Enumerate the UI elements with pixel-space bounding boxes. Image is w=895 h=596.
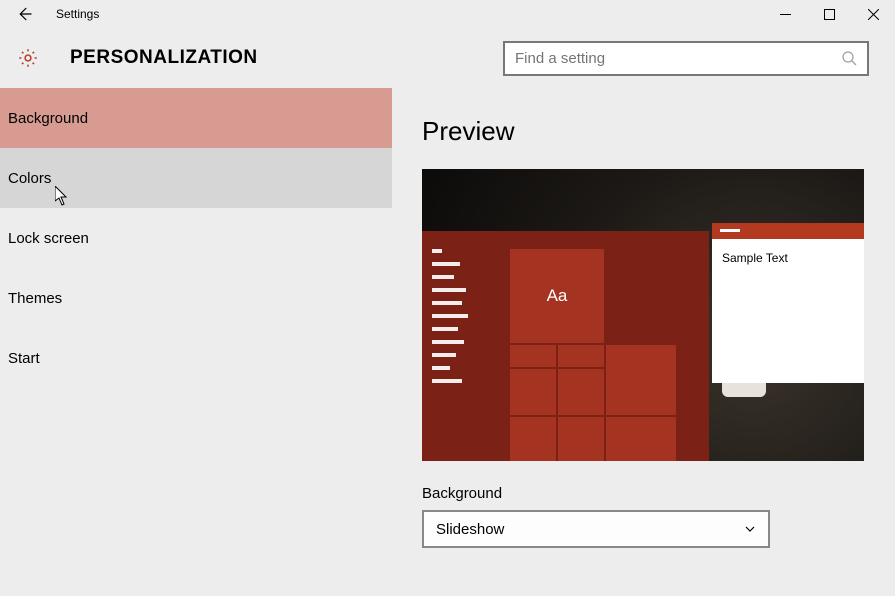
preview-start-list: [432, 249, 480, 392]
background-field-label: Background: [422, 485, 867, 502]
preview-start-menu: Aa: [422, 231, 709, 461]
body: Background Colors Lock screen Themes Sta…: [0, 88, 895, 596]
header: PERSONALIZATION: [0, 28, 895, 88]
sidebar-item-colors[interactable]: Colors: [0, 148, 392, 208]
page-title: PERSONALIZATION: [70, 47, 258, 69]
sidebar-item-background[interactable]: Background: [0, 88, 392, 148]
minimize-button[interactable]: [763, 0, 807, 28]
preview-heading: Preview: [422, 116, 867, 147]
search-input[interactable]: [515, 50, 841, 67]
preview-window-text: Sample Text: [712, 239, 864, 277]
sidebar-item-label: Colors: [8, 170, 51, 187]
close-button[interactable]: [851, 0, 895, 28]
close-icon: [868, 9, 879, 20]
sidebar-item-label: Background: [8, 110, 88, 127]
search-icon: [841, 50, 857, 66]
sidebar-item-label: Start: [8, 350, 40, 367]
tile-text: Aa: [547, 286, 568, 306]
chevron-down-icon: [744, 523, 756, 535]
background-dropdown-value: Slideshow: [436, 521, 504, 538]
minimize-icon: [780, 9, 791, 20]
sidebar: Background Colors Lock screen Themes Sta…: [0, 88, 392, 596]
preview-tile: [606, 345, 676, 415]
preview-window-titlebar: [712, 223, 864, 239]
maximize-icon: [824, 9, 835, 20]
window-controls: [763, 0, 895, 28]
back-arrow-icon: [15, 5, 33, 23]
sidebar-item-lock-screen[interactable]: Lock screen: [0, 208, 392, 268]
content: Preview Aa: [392, 88, 895, 596]
preview-tile: [510, 345, 556, 367]
preview-tile: [558, 345, 604, 367]
titlebar: Settings: [0, 0, 895, 28]
back-button[interactable]: [0, 0, 48, 28]
sidebar-item-start[interactable]: Start: [0, 328, 392, 388]
settings-icon-wrap: [8, 47, 48, 69]
window-title: Settings: [56, 7, 99, 21]
sidebar-item-label: Lock screen: [8, 230, 89, 247]
preview-tile: [510, 369, 556, 415]
maximize-button[interactable]: [807, 0, 851, 28]
preview-tile: [558, 417, 604, 461]
sidebar-item-themes[interactable]: Themes: [0, 268, 392, 328]
preview-tile: [558, 369, 604, 415]
background-dropdown[interactable]: Slideshow: [422, 510, 770, 548]
preview-tile: [510, 417, 556, 461]
preview-thumbnail: Aa Sample Text: [422, 169, 864, 461]
preview-tile: [606, 417, 676, 461]
sidebar-item-label: Themes: [8, 290, 62, 307]
preview-tile-large: Aa: [510, 249, 604, 343]
preview-sample-window: Sample Text: [712, 223, 864, 383]
gear-icon: [17, 47, 39, 69]
search-box[interactable]: [503, 41, 869, 76]
